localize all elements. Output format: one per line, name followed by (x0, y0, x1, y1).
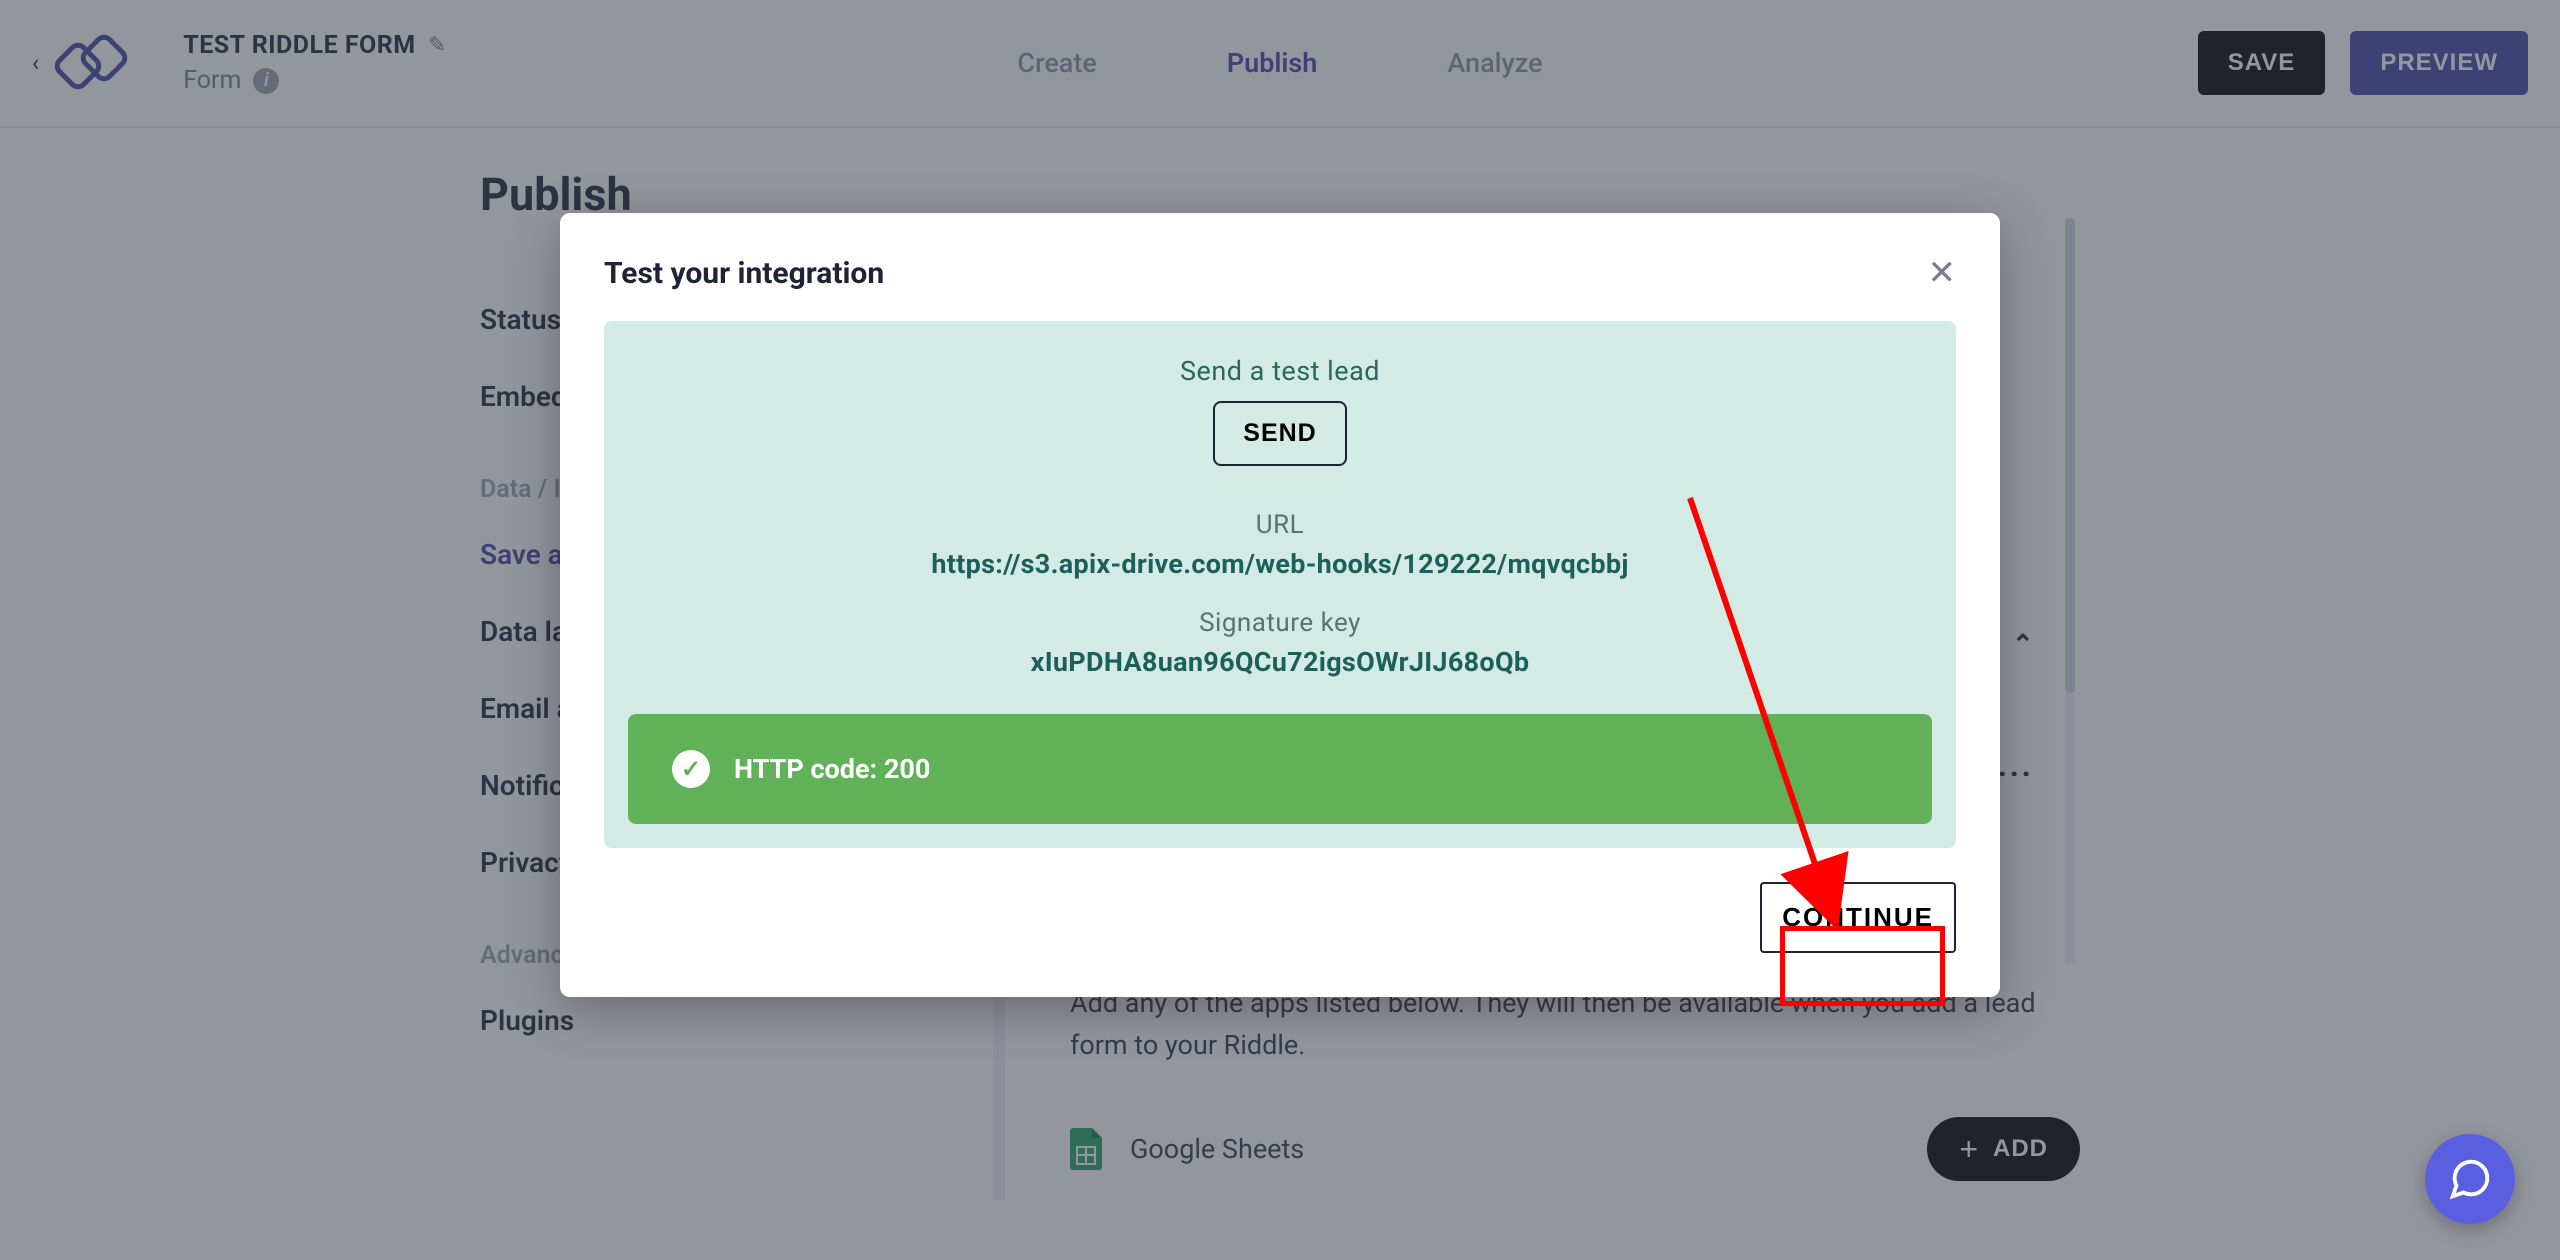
signature-key-label: Signature key (628, 608, 1932, 638)
continue-button[interactable]: CONTINUE (1760, 882, 1956, 953)
http-status-bar: ✓ HTTP code: 200 (628, 714, 1932, 824)
test-lead-label: Send a test lead (628, 355, 1932, 387)
send-button[interactable]: SEND (1213, 401, 1346, 466)
url-value: https://s3.apix-drive.com/web-hooks/1292… (628, 548, 1932, 580)
chat-icon (2447, 1156, 2493, 1202)
check-circle-icon: ✓ (672, 750, 710, 788)
modal-body: Send a test lead SEND URL https://s3.api… (604, 321, 1956, 848)
http-status-text: HTTP code: 200 (734, 753, 930, 785)
signature-key-value: xIuPDHA8uan96QCu72igsOWrJIJ68oQb (628, 646, 1932, 678)
url-label: URL (628, 510, 1932, 540)
test-integration-modal: Test your integration ✕ Send a test lead… (560, 213, 2000, 997)
modal-title: Test your integration (604, 256, 884, 291)
chat-fab[interactable] (2425, 1134, 2515, 1224)
close-icon[interactable]: ✕ (1928, 253, 1957, 293)
